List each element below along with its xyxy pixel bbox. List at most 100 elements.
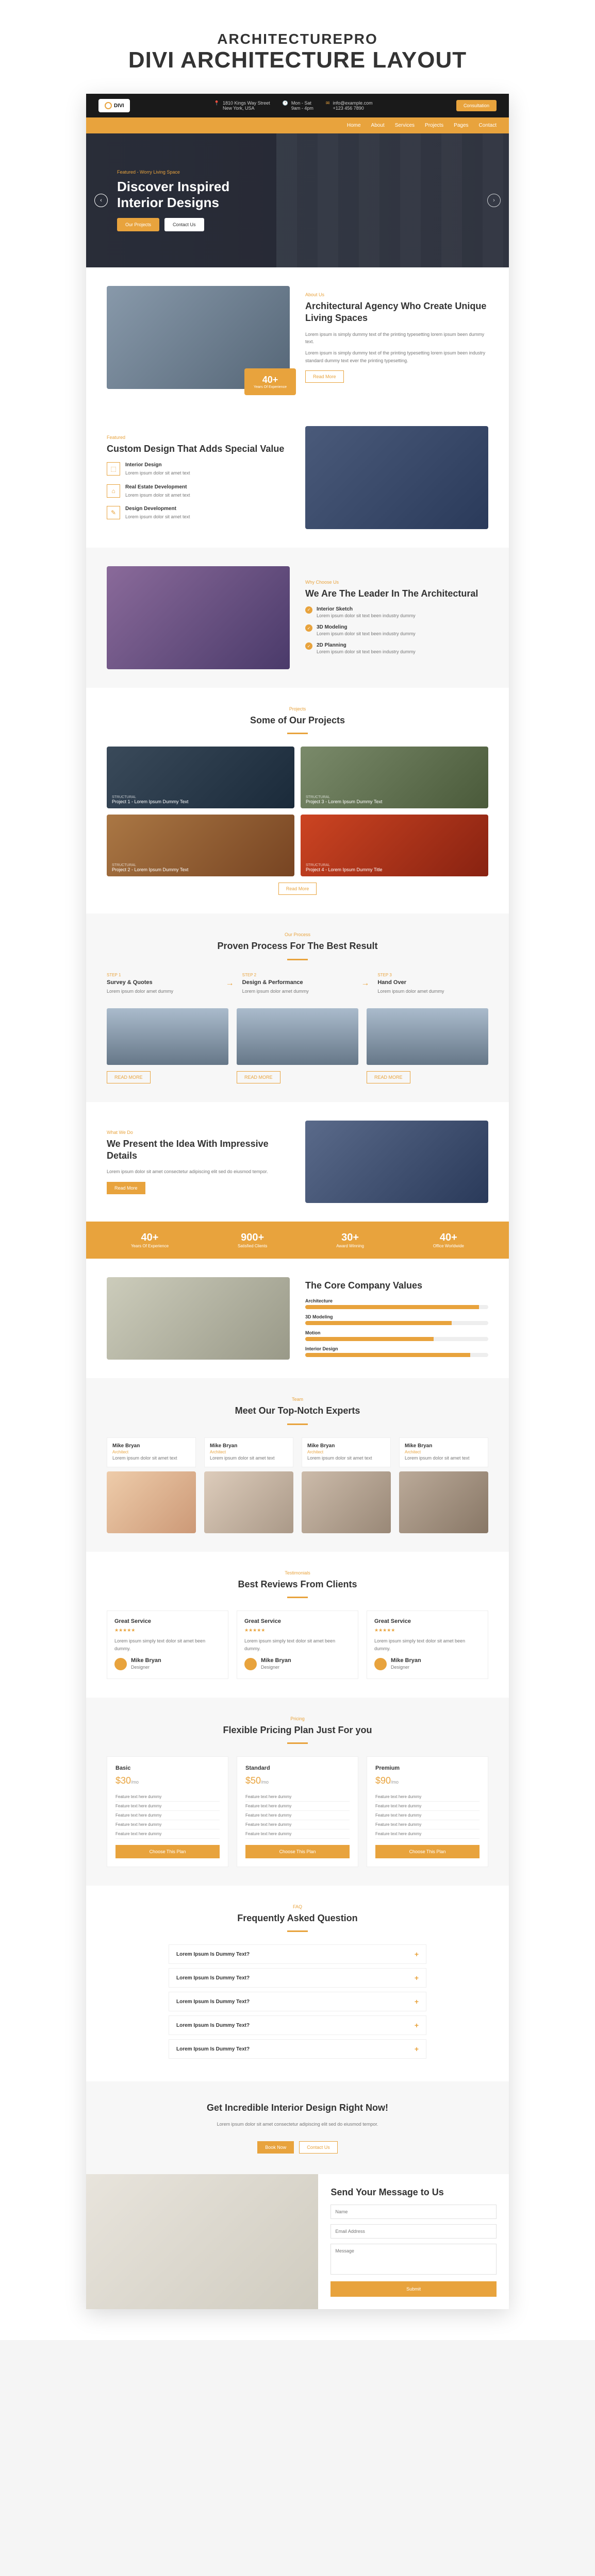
team-card: Mike BryanArchitectLorem ipsum dolor sit… xyxy=(399,1437,488,1533)
project-card[interactable]: STRUCTURALProject 3 - Lorem Ipsum Dummy … xyxy=(301,747,488,808)
choose-plan-button[interactable]: Choose This Plan xyxy=(375,1845,480,1858)
idea-image xyxy=(305,1121,488,1203)
email-input[interactable] xyxy=(330,2224,497,2239)
check-icon: ✓ xyxy=(305,606,312,614)
mail-icon: ✉ xyxy=(326,100,330,111)
contact-section: Send Your Message to Us Submit xyxy=(86,2174,509,2309)
check-item: ✓2D PlanningLorem ipsum dolor sit text b… xyxy=(305,642,488,655)
cta-book-button[interactable]: Book Now xyxy=(257,2141,294,2154)
realestate-icon: ⌂ xyxy=(107,484,120,498)
check-item: ✓Interior SketchLorem ipsum dolor sit te… xyxy=(305,606,488,619)
submit-button[interactable]: Submit xyxy=(330,2281,497,2297)
hours-info: 🕐Mon - Sat9am - 4pm xyxy=(283,100,313,111)
avatar xyxy=(244,1658,257,1670)
process-step: STEP 1Survey & QuotesLorem ipsum dolor a… xyxy=(107,973,218,995)
price-card: Basic$30/moFeature text here dummyFeatur… xyxy=(107,1756,228,1867)
about-tag: About Us xyxy=(305,292,488,297)
progress-item: Architecture xyxy=(305,1298,488,1309)
read-more-button[interactable]: READ MORE xyxy=(367,1071,410,1083)
plus-icon: + xyxy=(415,1997,419,2006)
price-card: Standard$50/moFeature text here dummyFea… xyxy=(237,1756,358,1867)
feature-item: ⌂Real Estate DevelopmentLorem ipsum dolo… xyxy=(107,484,290,499)
faq-item[interactable]: Lorem Ipsum Is Dummy Text?+ xyxy=(169,1992,426,2011)
idea-section: What We Do We Present the Idea With Impr… xyxy=(86,1102,509,1222)
divider xyxy=(287,733,308,734)
star-rating: ★★★★★ xyxy=(114,1628,221,1633)
project-card[interactable]: STRUCTURALProject 1 - Lorem Ipsum Dummy … xyxy=(107,747,294,808)
nav-about[interactable]: About xyxy=(371,123,385,128)
hero: ‹ Featured - Worry Living Space Discover… xyxy=(86,133,509,267)
stats-bar: 40+Years Of Experience 900+Satisfied Cli… xyxy=(86,1222,509,1259)
stat-item: 40+Office Worldwide xyxy=(433,1232,464,1248)
featured-image xyxy=(305,426,488,529)
check-icon: ✓ xyxy=(305,642,312,650)
page-header: ARCHITECTUREPRO DIVI ARCHITECTURE LAYOUT xyxy=(21,31,574,73)
map[interactable] xyxy=(86,2174,318,2309)
values-image xyxy=(107,1277,290,1360)
nav-home[interactable]: Home xyxy=(347,123,361,128)
faq-item[interactable]: Lorem Ipsum Is Dummy Text?+ xyxy=(169,2039,426,2059)
check-item: ✓3D ModelingLorem ipsum dolor sit text b… xyxy=(305,624,488,637)
arrow-right-icon: → xyxy=(361,979,369,988)
page-title: DIVI ARCHITECTURE LAYOUT xyxy=(21,47,574,73)
process-step: STEP 2Design & PerformanceLorem ipsum do… xyxy=(242,973,353,995)
review-card: Great Service★★★★★Lorem ipsum simply tex… xyxy=(237,1611,358,1679)
plus-icon: + xyxy=(415,1974,419,1982)
read-more-button[interactable]: READ MORE xyxy=(237,1071,280,1083)
nav-contact[interactable]: Contact xyxy=(479,123,497,128)
address-info: 📍1810 Kings Way StreetNew York, USA xyxy=(214,100,270,111)
projects-read-more-button[interactable]: Read More xyxy=(278,883,317,895)
team-photo xyxy=(204,1471,293,1533)
nav-projects[interactable]: Projects xyxy=(425,123,443,128)
progress-item: 3D Modeling xyxy=(305,1314,488,1325)
process-image xyxy=(367,1008,488,1065)
hero-primary-button[interactable]: Our Projects xyxy=(117,218,159,231)
about-read-more-button[interactable]: Read More xyxy=(305,370,344,383)
idea-read-more-button[interactable]: Read More xyxy=(107,1182,145,1194)
star-rating: ★★★★★ xyxy=(244,1628,351,1633)
feature-item: ⬚Interior DesignLorem ipsum dolor sit am… xyxy=(107,462,290,477)
hero-prev-button[interactable]: ‹ xyxy=(94,194,108,207)
faq-item[interactable]: Lorem Ipsum Is Dummy Text?+ xyxy=(169,1944,426,1964)
logo[interactable]: DIVI xyxy=(98,99,130,112)
progress-item: Interior Design xyxy=(305,1346,488,1357)
main-nav: Home About Services Projects Pages Conta… xyxy=(86,117,509,133)
team-photo xyxy=(302,1471,391,1533)
avatar xyxy=(374,1658,387,1670)
map-pin-icon: 📍 xyxy=(214,100,220,111)
process-section: Our Process Proven Process For The Best … xyxy=(86,913,509,1102)
nav-pages[interactable]: Pages xyxy=(454,123,468,128)
process-step: STEP 3Hand OverLorem ipsum dolor amet du… xyxy=(377,973,488,995)
faq-item[interactable]: Lorem Ipsum Is Dummy Text?+ xyxy=(169,1968,426,1988)
star-rating: ★★★★★ xyxy=(374,1628,481,1633)
message-input[interactable] xyxy=(330,2244,497,2275)
price-card: Premium$90/moFeature text here dummyFeat… xyxy=(367,1756,488,1867)
about-text: Lorem ipsum is simply dummy text of the … xyxy=(305,331,488,346)
faq-item[interactable]: Lorem Ipsum Is Dummy Text?+ xyxy=(169,2015,426,2035)
hero-secondary-button[interactable]: Contact Us xyxy=(164,218,204,231)
stat-item: 900+Satisfied Clients xyxy=(238,1232,267,1248)
cta-contact-button[interactable]: Contact Us xyxy=(299,2141,338,2154)
project-card[interactable]: STRUCTURALProject 2 - Lorem Ipsum Dummy … xyxy=(107,815,294,876)
avatar xyxy=(114,1658,127,1670)
project-card[interactable]: STRUCTURALProject 4 - Lorem Ipsum Dummy … xyxy=(301,815,488,876)
design-icon: ✎ xyxy=(107,506,120,519)
stat-item: 30+Award Winning xyxy=(336,1232,364,1248)
choose-plan-button[interactable]: Choose This Plan xyxy=(245,1845,350,1858)
name-input[interactable] xyxy=(330,2205,497,2219)
logo-icon xyxy=(105,102,112,109)
nav-services[interactable]: Services xyxy=(395,123,415,128)
plus-icon: + xyxy=(415,2045,419,2053)
about-section: 40+ Years Of Experience About Us Archite… xyxy=(86,267,509,408)
choose-plan-button[interactable]: Choose This Plan xyxy=(115,1845,220,1858)
values-section: The Core Company Values Architecture 3D … xyxy=(86,1259,509,1378)
team-card: Mike BryanArchitectLorem ipsum dolor sit… xyxy=(204,1437,293,1533)
review-card: Great Service★★★★★Lorem ipsum simply tex… xyxy=(107,1611,228,1679)
progress-item: Motion xyxy=(305,1330,488,1341)
hero-next-button[interactable]: › xyxy=(487,194,501,207)
hero-tag: Featured - Worry Living Space xyxy=(117,170,272,175)
read-more-button[interactable]: READ MORE xyxy=(107,1071,151,1083)
contact-info: ✉info@example.com+123 456 7890 xyxy=(326,100,373,111)
stat-item: 40+Years Of Experience xyxy=(131,1232,169,1248)
consultation-button[interactable]: Consultation xyxy=(456,100,497,111)
